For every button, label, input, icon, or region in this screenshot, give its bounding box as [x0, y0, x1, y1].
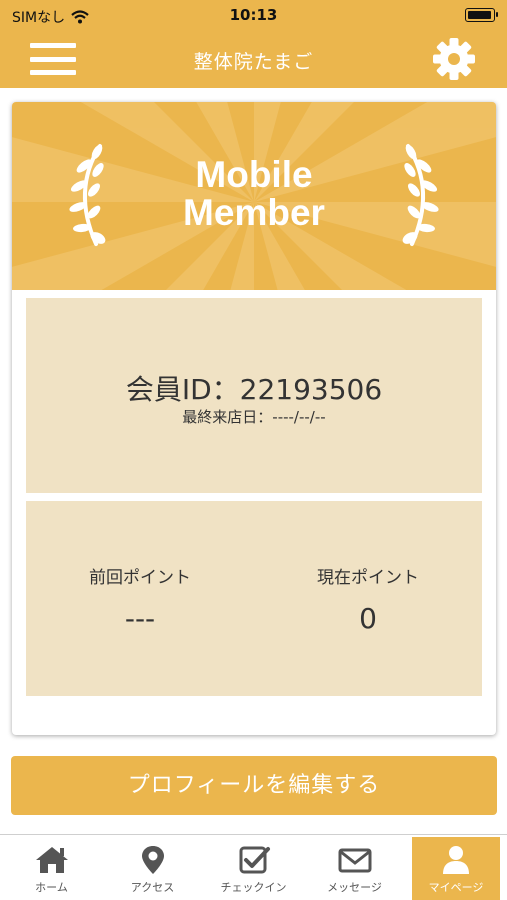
- checkbox-icon: [239, 846, 270, 874]
- tab-access[interactable]: アクセス: [102, 837, 203, 900]
- tab-message-label: メッセージ: [327, 881, 382, 894]
- current-points: 現在ポイント 0: [254, 563, 482, 635]
- current-points-label: 現在ポイント: [317, 568, 419, 588]
- member-banner: Mobile Member: [12, 102, 496, 290]
- tab-home-label: ホーム: [35, 881, 68, 894]
- edit-profile-button[interactable]: プロフィールを編集する: [11, 756, 497, 815]
- nav-bar: 整体院たまご: [0, 30, 507, 88]
- previous-points-label: 前回ポイント: [89, 568, 191, 588]
- tab-access-label: アクセス: [130, 881, 175, 894]
- envelope-icon: [338, 848, 371, 873]
- home-icon: [35, 847, 68, 873]
- tab-mypage-label: マイページ: [428, 881, 484, 894]
- member-card: Mobile Member 会員ID：22193506 最終来店日：----/-…: [12, 102, 496, 735]
- laurel-right-icon: [402, 144, 439, 246]
- current-points-value: 0: [359, 602, 377, 635]
- tab-bar: ホーム アクセス チェックイン メッセージ マイページ: [0, 834, 507, 900]
- previous-points-value: ---: [124, 602, 156, 635]
- points-panel: 前回ポイント --- 現在ポイント 0: [26, 501, 482, 696]
- tab-mypage[interactable]: マイページ: [412, 837, 500, 900]
- map-pin-icon: [141, 846, 164, 874]
- tab-home[interactable]: ホーム: [1, 837, 102, 900]
- user-icon: [443, 846, 469, 874]
- battery-level: [468, 11, 492, 19]
- last-visit-date: 最終来店日：----/--/--: [182, 408, 326, 426]
- member-info-panel: 会員ID：22193506 最終来店日：----/--/--: [26, 298, 482, 493]
- tab-checkin-label: チェックイン: [220, 881, 287, 894]
- status-bar: SIMなし 10:13: [0, 0, 507, 30]
- battery-icon: [465, 8, 498, 22]
- gear-icon[interactable]: [431, 36, 477, 82]
- tab-checkin[interactable]: チェックイン: [203, 837, 304, 900]
- clock: 10:13: [229, 6, 278, 24]
- member-id: 会員ID：22193506: [125, 373, 383, 406]
- tab-message[interactable]: メッセージ: [304, 837, 405, 900]
- previous-points: 前回ポイント ---: [26, 563, 254, 635]
